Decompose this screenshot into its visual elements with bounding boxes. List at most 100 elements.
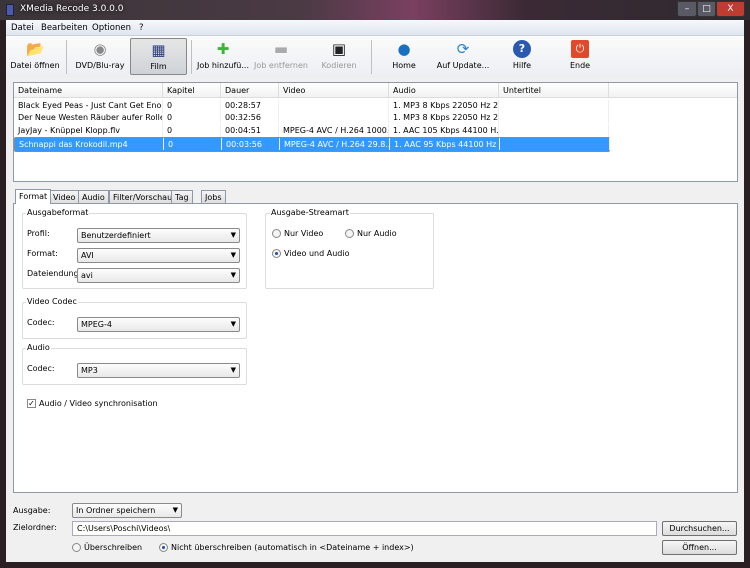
cell-kapitel: 0 <box>163 112 221 124</box>
label: Hilfe <box>513 61 531 70</box>
value: In Ordner speichern <box>76 506 155 515</box>
label: Kodieren <box>321 61 356 70</box>
overwrite-radio[interactable] <box>72 543 81 552</box>
film-button[interactable]: ▦ Film <box>130 38 187 75</box>
home-button[interactable]: ●Home <box>384 38 424 75</box>
cell-audio: 1. AAC 95 Kbps 44100 Hz ... <box>390 138 500 150</box>
sync-checkbox[interactable]: ✓ <box>27 399 36 408</box>
cell-dateiname: Der Neue Westen Räuber aufer Rolle... <box>14 112 163 124</box>
col-header-video[interactable]: Video <box>279 83 389 98</box>
format-select[interactable]: AVI▼ <box>77 248 240 263</box>
remove-job-button[interactable]: ▬ Job entfernen <box>253 38 309 75</box>
encode-button[interactable]: ▣ Kodieren <box>314 38 364 75</box>
col-header-dauer[interactable]: Dauer <box>221 83 279 98</box>
table-row[interactable]: JayJay - Knüppel Klopp.flv000:04:51MPEG-… <box>14 125 610 137</box>
only-audio-radio[interactable] <box>345 229 354 238</box>
tab-jobs[interactable]: Jobs <box>201 190 226 204</box>
dvd-button[interactable]: ◉DVD/Blu-ray <box>72 38 128 75</box>
col-header-dateiname[interactable]: Dateiname <box>14 83 163 98</box>
cell-dateiname: JayJay - Knüppel Klopp.flv <box>14 125 163 137</box>
tab-format[interactable]: Format <box>15 189 51 204</box>
value: avi <box>81 271 93 280</box>
cell-video <box>279 100 389 112</box>
col-header-untertitel[interactable]: Untertitel <box>499 83 609 98</box>
menu-datei[interactable]: Datei <box>11 23 34 33</box>
tab-filter[interactable]: Filter/Vorschau <box>109 190 176 204</box>
group-label: Ausgabeformat <box>26 208 89 217</box>
film-icon: ▦ <box>150 41 168 59</box>
vcodec-label: Codec: <box>27 318 55 327</box>
menu-help[interactable]: ? <box>139 23 144 33</box>
ext-select[interactable]: avi ▼ <box>77 268 240 283</box>
cell-untertitel <box>499 100 609 112</box>
maximize-button[interactable]: □ <box>697 1 716 17</box>
cell-dateiname: Schnappi das Krokodil.mp4 <box>15 138 164 150</box>
label: Datei öffnen <box>10 61 59 70</box>
label: DVD/Blu-ray <box>76 61 125 70</box>
format-label: Format: <box>27 249 58 258</box>
group-label: Audio <box>26 343 51 352</box>
chevron-down-icon: ▼ <box>231 269 236 282</box>
chevron-down-icon: ▼ <box>231 229 236 242</box>
minimize-button[interactable]: – <box>677 1 697 17</box>
cell-audio: 1. MP3 8 Kbps 22050 Hz 2... <box>389 100 499 112</box>
update-button[interactable]: ⟳Auf Update... <box>434 38 492 75</box>
tab-video[interactable]: Video <box>49 190 79 204</box>
profil-select[interactable]: Benutzerdefiniert ▼ <box>77 228 240 243</box>
ausgabe-select[interactable]: In Ordner speichern▼ <box>72 503 182 518</box>
video-codec-select[interactable]: MPEG-4▼ <box>77 317 240 332</box>
col-header-kapitel[interactable]: Kapitel <box>163 83 221 98</box>
job-list[interactable]: Dateiname Kapitel Dauer Video Audio Unte… <box>13 82 738 182</box>
col-header-filler <box>609 83 737 98</box>
label: Job entfernen <box>254 61 308 70</box>
cell-audio: 1. MP3 8 Kbps 22050 Hz 2... <box>389 112 499 124</box>
refresh-icon: ⟳ <box>454 40 472 58</box>
label: Job hinzufü... <box>197 61 249 70</box>
add-job-button[interactable]: ✚ Job hinzufü... <box>195 38 251 75</box>
overwrite-label: Überschreiben <box>84 543 142 552</box>
value: MPEG-4 <box>81 320 112 329</box>
open-folder-button[interactable]: Öffnen... <box>662 540 737 555</box>
cell-untertitel <box>499 112 609 124</box>
video-audio-radio[interactable] <box>272 249 281 258</box>
tab-audio[interactable]: Audio <box>78 190 109 204</box>
label: Ende <box>570 61 590 70</box>
value: Benutzerdefiniert <box>81 231 151 240</box>
plus-icon: ✚ <box>214 40 232 58</box>
profil-label: Profil: <box>27 229 50 238</box>
label: Film <box>150 62 166 71</box>
cell-dateiname: Black Eyed Peas - Just Cant Get Enou... <box>14 100 163 112</box>
help-button[interactable]: ?Hilfe <box>502 38 542 75</box>
cell-dauer: 00:32:56 <box>221 112 279 124</box>
cell-dauer: 00:03:56 <box>222 138 280 150</box>
cell-video: MPEG-4 AVC / H.264 1000... <box>279 125 389 137</box>
menu-optionen[interactable]: Optionen <box>92 23 131 33</box>
acodec-label: Codec: <box>27 364 55 373</box>
only-video-label: Nur Video <box>284 229 323 238</box>
zielordner-input[interactable]: C:\Users\Poschi\Videos\ <box>72 521 657 536</box>
minus-icon: ▬ <box>272 40 290 58</box>
ext-label: Dateiendung: <box>27 269 81 278</box>
exit-button[interactable]: ⏻ Ende <box>560 38 600 75</box>
audio-codec-select[interactable]: MP3▼ <box>77 363 240 378</box>
encode-icon: ▣ <box>330 40 348 58</box>
zielordner-label: Zielordner: <box>13 523 57 532</box>
tab-tag[interactable]: Tag <box>171 190 193 204</box>
table-row[interactable]: Black Eyed Peas - Just Cant Get Enou...0… <box>14 100 610 112</box>
video-audio-label: Video und Audio <box>284 249 349 258</box>
table-row[interactable]: Der Neue Westen Räuber aufer Rolle...000… <box>14 112 610 124</box>
cell-video: MPEG-4 AVC / H.264 29.8... <box>280 138 390 150</box>
col-header-audio[interactable]: Audio <box>389 83 499 98</box>
browse-button[interactable]: Durchsuchen... <box>662 521 737 536</box>
separator <box>66 40 67 74</box>
table-row[interactable]: Schnappi das Krokodil.mp4000:03:56MPEG-4… <box>14 137 610 152</box>
no-overwrite-label: Nicht überschreiben (automatisch in <Dat… <box>171 543 414 552</box>
menu-bearbeiten[interactable]: Bearbeiten <box>41 23 88 33</box>
group-label: Ausgabe-Streamart <box>270 208 350 217</box>
only-video-radio[interactable] <box>272 229 281 238</box>
close-button[interactable]: X <box>716 1 745 17</box>
open-file-button[interactable]: 📂Datei öffnen <box>8 38 62 75</box>
no-overwrite-radio[interactable] <box>159 543 168 552</box>
group-label: Video Codec <box>26 297 78 306</box>
power-icon: ⏻ <box>571 40 589 58</box>
